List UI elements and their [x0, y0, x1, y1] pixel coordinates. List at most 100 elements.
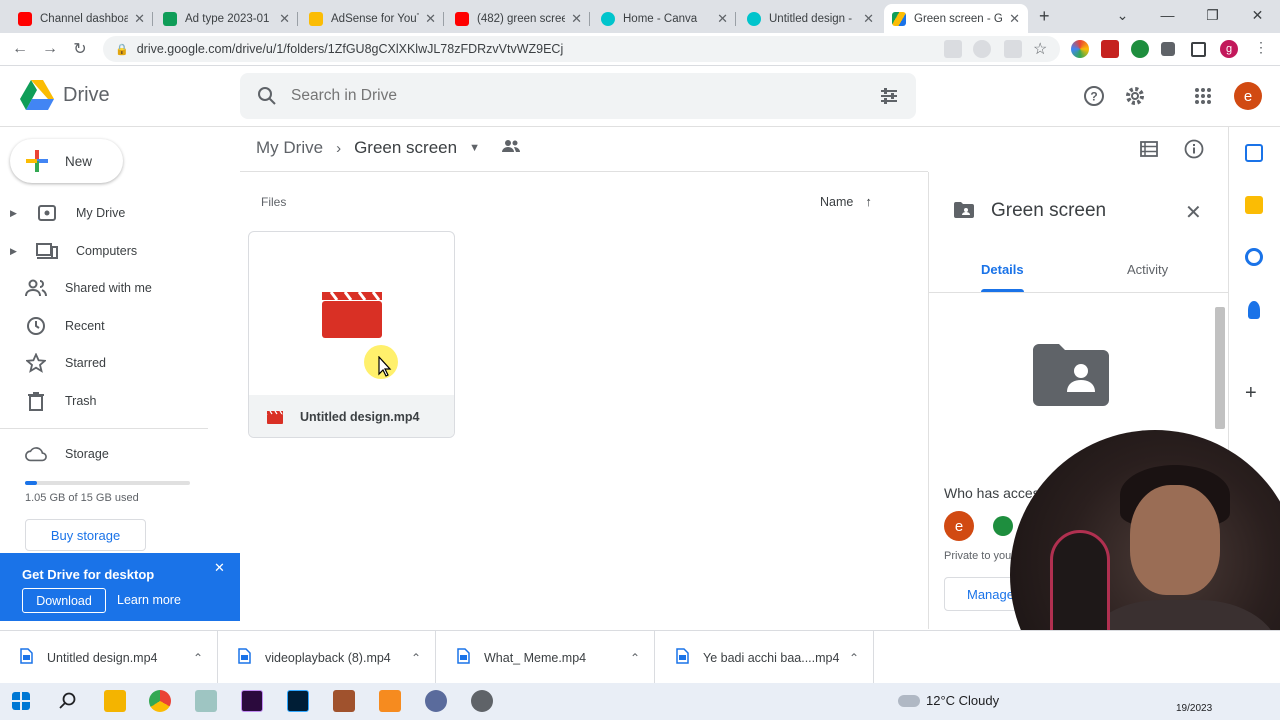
- chevron-up-icon[interactable]: ⌃: [411, 651, 421, 665]
- apps-grid-icon[interactable]: [1191, 84, 1215, 108]
- grammarly-icon[interactable]: [1131, 40, 1149, 58]
- restore-button[interactable]: ❐: [1190, 7, 1235, 24]
- download-item[interactable]: Ye badi acchi baa....mp4 ⌃: [656, 631, 874, 684]
- menu-icon[interactable]: ⋮: [1254, 39, 1272, 57]
- minimize-button[interactable]: —: [1145, 7, 1190, 23]
- arrow-up-icon[interactable]: ↑: [865, 194, 872, 209]
- forward-icon[interactable]: →: [35, 40, 65, 58]
- reload-icon[interactable]: ↻: [65, 39, 95, 59]
- tab-activity[interactable]: Activity: [1127, 262, 1168, 277]
- tab-canva-design[interactable]: Untitled design - ✕: [739, 4, 882, 33]
- premiere-icon[interactable]: [241, 690, 263, 712]
- app-icon[interactable]: [379, 690, 401, 712]
- account-avatar[interactable]: e: [1234, 82, 1262, 110]
- chevron-up-icon[interactable]: ⌃: [849, 651, 859, 665]
- file-explorer-icon[interactable]: [104, 690, 126, 712]
- sidebar-item-storage[interactable]: Storage: [0, 439, 200, 469]
- download-button[interactable]: Download: [22, 588, 106, 613]
- side-panel-icon[interactable]: [1191, 42, 1206, 57]
- webcam-person: [1130, 485, 1220, 595]
- search-icon[interactable]: [257, 86, 277, 106]
- close-icon[interactable]: ✕: [214, 560, 225, 576]
- extension-icon[interactable]: [1071, 40, 1089, 58]
- sidebar-item-starred[interactable]: Starred: [0, 348, 200, 378]
- sidebar-item-trash[interactable]: Trash: [0, 386, 200, 416]
- photoshop-icon[interactable]: [287, 690, 309, 712]
- buy-storage-button[interactable]: Buy storage: [25, 519, 146, 551]
- settings-icon[interactable]: [471, 690, 493, 712]
- close-icon[interactable]: ✕: [1185, 200, 1202, 225]
- sidebar-item-my-drive[interactable]: ▶ My Drive: [0, 198, 200, 228]
- breadcrumb-root[interactable]: My Drive: [256, 138, 323, 158]
- keep-icon[interactable]: [1245, 196, 1263, 214]
- add-apps-icon[interactable]: +: [1245, 382, 1257, 405]
- chevron-up-icon[interactable]: ⌃: [193, 651, 203, 665]
- sidebar-item-shared[interactable]: Shared with me: [0, 273, 200, 303]
- tasks-icon[interactable]: [1245, 248, 1263, 266]
- sidebar-item-computers[interactable]: ▶ Computers: [0, 236, 200, 266]
- profile-avatar[interactable]: g: [1220, 40, 1238, 58]
- app-icon[interactable]: [425, 690, 447, 712]
- expand-arrow-icon[interactable]: ▶: [10, 246, 22, 257]
- tab-ad-type[interactable]: Ad type 2023-01 ✕: [155, 4, 298, 33]
- tab-canva-home[interactable]: Home - Canva ✕: [593, 4, 736, 33]
- sort-control[interactable]: Name ↑: [820, 194, 872, 209]
- tab-details[interactable]: Details: [981, 262, 1024, 277]
- dropdown-arrow-icon[interactable]: ▼: [469, 142, 480, 154]
- search-options-icon[interactable]: [879, 86, 899, 106]
- sort-label: Name: [820, 194, 854, 209]
- search-bar[interactable]: [240, 73, 916, 119]
- contacts-icon[interactable]: [1248, 301, 1260, 319]
- sidebar-item-recent[interactable]: Recent: [0, 311, 200, 341]
- expand-arrow-icon[interactable]: ▶: [10, 208, 22, 219]
- info-icon[interactable]: [1182, 137, 1206, 161]
- chevron-right-icon: ›: [336, 139, 342, 157]
- window-close-button[interactable]: ✕: [1235, 7, 1280, 24]
- who-has-access-heading: Who has access: [944, 485, 1040, 501]
- address-bar[interactable]: 🔒 drive.google.com/drive/u/1/folders/1Zf…: [103, 36, 1060, 62]
- chrome-icon[interactable]: [149, 690, 171, 712]
- app-icon[interactable]: [195, 690, 217, 712]
- share-icon[interactable]: [1004, 40, 1022, 58]
- new-tab-button[interactable]: +: [1039, 6, 1050, 27]
- close-icon[interactable]: ✕: [134, 11, 145, 27]
- weather-widget[interactable]: 12°C Cloudy: [898, 693, 999, 708]
- adsense-icon: [309, 11, 323, 26]
- settings-gear-icon[interactable]: [1123, 84, 1147, 108]
- install-icon[interactable]: [944, 40, 962, 58]
- tab-youtube-green-screen[interactable]: (482) green screen ✕: [447, 4, 590, 33]
- eye-off-icon[interactable]: [973, 40, 991, 58]
- close-icon[interactable]: ✕: [1009, 11, 1020, 27]
- help-icon[interactable]: ?: [1082, 84, 1106, 108]
- bookmark-star-icon[interactable]: ☆: [1033, 39, 1051, 58]
- close-icon[interactable]: ✕: [863, 11, 874, 27]
- breadcrumb-current[interactable]: Green screen: [354, 138, 457, 158]
- shared-folder-icon[interactable]: [501, 138, 520, 158]
- scrollbar[interactable]: [1215, 307, 1225, 429]
- back-icon[interactable]: ←: [5, 40, 35, 58]
- calendar-icon[interactable]: [1245, 144, 1263, 162]
- chevron-up-icon[interactable]: ⌃: [630, 651, 640, 665]
- tab-google-drive[interactable]: Green screen - Google Drive ✕: [884, 4, 1028, 33]
- close-icon[interactable]: ✕: [717, 11, 728, 27]
- search-input[interactable]: [291, 87, 851, 105]
- taskbar-search-icon[interactable]: [59, 692, 77, 710]
- tab-adsense[interactable]: AdSense for YouTube ✕: [301, 4, 444, 33]
- windows-start-icon[interactable]: [12, 692, 30, 710]
- new-button[interactable]: New: [10, 139, 123, 183]
- tab-channel-dashboard[interactable]: Channel dashboard ✕: [10, 4, 153, 33]
- close-icon[interactable]: ✕: [425, 11, 436, 27]
- extension-icon[interactable]: [1101, 40, 1119, 58]
- list-view-icon[interactable]: [1137, 137, 1161, 161]
- close-icon[interactable]: ✕: [571, 11, 582, 27]
- close-icon[interactable]: ✕: [279, 11, 290, 27]
- download-item[interactable]: Untitled design.mp4 ⌃: [0, 631, 218, 684]
- download-item[interactable]: videoplayback (8).mp4 ⌃: [218, 631, 436, 684]
- drive-logo[interactable]: Drive: [20, 80, 110, 110]
- file-card[interactable]: Untitled design.mp4: [248, 231, 455, 438]
- app-icon[interactable]: [333, 690, 355, 712]
- download-item[interactable]: What_ Meme.mp4 ⌃: [437, 631, 655, 684]
- learn-more-link[interactable]: Learn more: [117, 593, 181, 607]
- puzzle-icon[interactable]: [1161, 42, 1175, 56]
- tab-search-icon[interactable]: ⌄: [1100, 7, 1145, 24]
